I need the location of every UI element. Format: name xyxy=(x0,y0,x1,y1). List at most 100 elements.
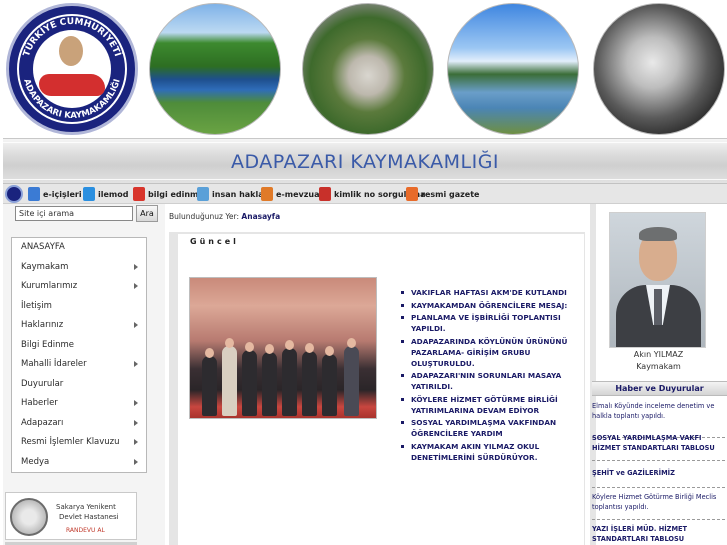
announcement-link[interactable]: SOSYAL YARDIMLAŞMA VAKFI HİZMET STANDART… xyxy=(592,433,725,453)
toolbar-link-label: resmi gazete xyxy=(421,189,480,199)
menu-item-label: Resmi İşlemler Klavuzu xyxy=(21,437,120,447)
hospital-seal-icon xyxy=(10,498,48,536)
photo-head xyxy=(305,343,314,353)
site-title: ADAPAZARI KAYMAKAMLIĞI xyxy=(230,151,500,173)
photo-head xyxy=(325,346,334,356)
menu-item-label: Kaymakam xyxy=(21,261,69,272)
menu-item-adapazari[interactable]: Adapazarı xyxy=(12,414,146,433)
toolbar-link-ilemod[interactable]: ilemod xyxy=(83,186,128,202)
menu-item-anasayfa[interactable]: ANASAYFA xyxy=(12,238,146,257)
menu-item-label: Mahalli İdareler xyxy=(21,359,87,369)
menu-item-label: Haberler xyxy=(21,398,58,408)
submenu-arrow-icon xyxy=(134,458,138,465)
announcement-link[interactable]: Elmalı Köyünde inceleme denetim ve halkl… xyxy=(592,401,725,421)
resmi-gazete-icon xyxy=(406,187,418,201)
main-menu: ANASAYFA Kaymakam Kurumlarımız İletişim … xyxy=(11,237,147,473)
submenu-arrow-icon xyxy=(134,400,138,406)
submenu-arrow-icon xyxy=(134,322,138,328)
news-link[interactable]: PLANLAMA VE İŞBİRLİĞİ TOPLANTISI YAPILDI… xyxy=(399,312,579,334)
menu-item-label: Medya xyxy=(21,456,50,467)
news-link[interactable]: KAYMAKAMDAN ÖĞRENCİLERE MESAJ: xyxy=(399,300,579,311)
menu-item-medya[interactable]: Medya xyxy=(12,453,146,472)
toolbar-link-e-mevzuat[interactable]: e-mevzuat xyxy=(261,186,323,202)
divider xyxy=(592,519,725,520)
photo-person xyxy=(242,350,257,416)
menu-item-resmi-islemler-klavuzu[interactable]: Resmi İşlemler Klavuzu xyxy=(12,433,146,452)
photo-person xyxy=(322,354,337,416)
menu-item-bilgi-edinme[interactable]: Bilgi Edinme xyxy=(12,336,146,355)
menu-item-label: Bilgi Edinme xyxy=(21,339,75,350)
toolbar-link-label: e-mevzuat xyxy=(276,189,324,199)
menu-item-label: ANASAYFA xyxy=(21,242,65,252)
announcement-link[interactable]: Köylere Hizmet Götürme Birliği Meclis to… xyxy=(592,492,725,512)
banner-line-3: RANDEVU AL xyxy=(66,527,105,534)
toolbar-link-insan-haklari[interactable]: insan hakları xyxy=(197,186,270,202)
header-photo-ataturk xyxy=(593,3,725,135)
breadcrumb-current[interactable]: Anasayfa xyxy=(241,212,280,221)
site-search-input[interactable] xyxy=(15,206,133,221)
menu-item-haberler[interactable]: Haberler xyxy=(12,394,146,413)
toolbar-link-bilgi-edinme[interactable]: bilgi edinme xyxy=(133,186,204,202)
submenu-arrow-icon xyxy=(134,439,138,445)
news-photo[interactable] xyxy=(189,277,377,419)
news-box: Güncel VAKIFLAR HAFTASI AKM'DE KUTLANDI … xyxy=(178,234,584,545)
right-sidebar: Akın YILMAZ Kaymakam Haber ve Duyurular … xyxy=(590,204,727,545)
divider xyxy=(592,487,725,488)
toolbar-link-e-icisleri[interactable]: e-içişleri xyxy=(28,186,82,202)
photo-head xyxy=(205,348,214,358)
news-link[interactable]: KÖYLERE HİZMET GÖTÜRME BİRLİĞİ YATIRIMLA… xyxy=(399,394,579,416)
submenu-arrow-icon xyxy=(134,283,138,289)
toolbar-link-label: e-içişleri xyxy=(43,189,82,199)
hospital-appointment-banner[interactable]: Sakarya Yenikent Devlet Hastanesi RANDEV… xyxy=(5,492,137,540)
menu-item-haklariniz[interactable]: Haklarınız xyxy=(12,316,146,335)
kaymakam-name: Akın YILMAZ xyxy=(633,350,684,359)
announcement-link[interactable]: YAZI İŞLERİ MÜD. HİZMET STANDARTLARI TAB… xyxy=(592,524,725,544)
photo-head xyxy=(245,342,254,352)
menu-item-label: İletişim xyxy=(21,300,52,311)
kaymakam-portrait[interactable] xyxy=(609,212,706,348)
logo-text-ring: TÜRKİYE CUMHURİYETİ ADAPAZARI KAYMAKAMLI… xyxy=(21,17,123,121)
news-link[interactable]: SOSYAL YARDIMLAŞMA VAKFINDAN ÖĞRENCİLERE… xyxy=(399,417,579,439)
photo-person xyxy=(344,346,359,416)
toolbar-link-label: ilemod xyxy=(98,189,129,199)
breadcrumb: Bulunduğunuz Yer: Anasayfa xyxy=(169,212,280,221)
page: TÜRKİYE CUMHURİYETİ ADAPAZARI KAYMAKAMLI… xyxy=(0,0,727,545)
menu-item-duyurular[interactable]: Duyurular xyxy=(12,375,146,394)
news-link[interactable]: ADAPAZARINDA KÖYLÜNÜN ÜRÜNÜNÜ PAZARLAMA-… xyxy=(399,336,579,369)
menu-item-kaymakam[interactable]: Kaymakam xyxy=(12,258,146,277)
submenu-arrow-icon xyxy=(134,263,138,270)
bilgi-edinme-icon xyxy=(133,187,145,201)
kaymakamlik-logo[interactable]: TÜRKİYE CUMHURİYETİ ADAPAZARI KAYMAKAMLI… xyxy=(6,3,138,135)
divider xyxy=(592,460,725,461)
left-sidebar: Ara ANASAYFA Kaymakam Kurumlarımız İleti… xyxy=(3,204,165,545)
ilemod-icon xyxy=(83,187,95,201)
content-area: Güncel VAKIFLAR HAFTASI AKM'DE KUTLANDI … xyxy=(169,232,585,545)
header-photo-city-square xyxy=(302,3,434,135)
home-emblem-icon[interactable] xyxy=(5,185,23,203)
logo-text-bottom: ADAPAZARI KAYMAKAMLIĞI xyxy=(21,78,122,121)
title-bar-line xyxy=(3,179,727,180)
main-content: Bulunduğunuz Yer: Anasayfa Güncel VAKIFL… xyxy=(165,204,590,545)
menu-item-mahalli-idareler[interactable]: Mahalli İdareler xyxy=(12,355,146,374)
photo-head xyxy=(225,338,234,348)
news-link[interactable]: KAYMAKAM AKIN YILMAZ OKUL DENETİMLERİNİ … xyxy=(399,441,579,463)
announcements-header: Haber ve Duyurular xyxy=(592,381,727,396)
kaymakam-title: Kaymakam xyxy=(636,362,681,371)
announcement-link[interactable]: ŞEHİT ve GAZİLERİMİZ xyxy=(592,468,725,478)
news-link[interactable]: VAKIFLAR HAFTASI AKM'DE KUTLANDI xyxy=(399,287,579,298)
header-photo-lake xyxy=(447,3,579,135)
photo-person xyxy=(202,356,217,416)
toolbar-link-resmi-gazete[interactable]: resmi gazete xyxy=(406,186,479,202)
menu-item-iletisim[interactable]: İletişim xyxy=(12,297,146,316)
menu-item-kurumlarimiz[interactable]: Kurumlarımız xyxy=(12,277,146,296)
svg-text:ADAPAZARI KAYMAKAMLIĞI: ADAPAZARI KAYMAKAMLIĞI xyxy=(21,78,122,121)
svg-text:TÜRKİYE CUMHURİYETİ: TÜRKİYE CUMHURİYETİ xyxy=(22,17,123,58)
title-bar-line xyxy=(3,142,727,143)
portrait-tie xyxy=(654,289,662,325)
photo-head xyxy=(265,344,274,354)
quick-links-toolbar: e-içişleri ilemod bilgi edinme insan hak… xyxy=(3,184,727,204)
news-link[interactable]: ADAPAZARI'NIN SORUNLARI MASAYA YATIRILDI… xyxy=(399,370,579,392)
title-bar: ADAPAZARI KAYMAKAMLIĞI xyxy=(3,138,727,184)
news-list: VAKIFLAR HAFTASI AKM'DE KUTLANDI KAYMAKA… xyxy=(399,287,579,464)
search-button[interactable]: Ara xyxy=(136,205,158,222)
